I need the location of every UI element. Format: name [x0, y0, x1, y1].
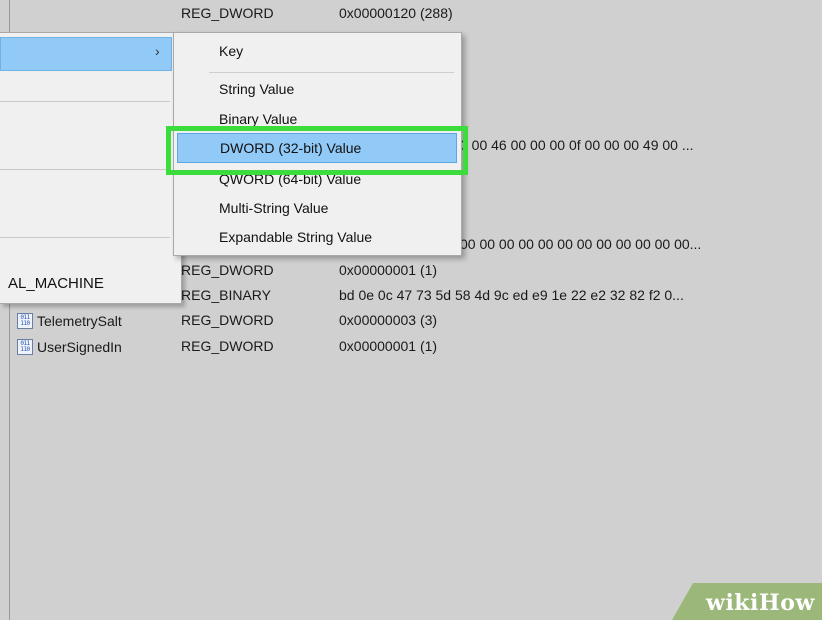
registry-row[interactable]: 011 110 TelemetrySalt REG_DWORD 0x0000000… [0, 309, 822, 333]
highlight-annotation-box [166, 126, 468, 175]
submenu-item-binary-value[interactable]: Binary Value [219, 111, 297, 127]
reg-data: 0 00 46 00 00 00 0f 00 00 00 49 00 ... [460, 137, 694, 153]
reg-type: REG_DWORD [181, 338, 274, 354]
registry-row[interactable]: 011 110 UserSignedIn REG_DWORD 0x00000001… [0, 335, 822, 359]
menu-separator [209, 72, 454, 73]
menu-separator [0, 169, 170, 170]
reg-type: REG_DWORD [181, 312, 274, 328]
chevron-right-icon: › [155, 43, 160, 59]
reg-type: REG_DWORD [181, 262, 274, 278]
submenu-item-multi-string-value[interactable]: Multi-String Value [219, 200, 328, 216]
reg-type: REG_DWORD [181, 5, 274, 21]
wikihow-logo: wikiHow [706, 590, 815, 616]
reg-data: 0x00000003 (3) [339, 312, 438, 328]
context-menu: › AL_MACHINE [0, 32, 182, 304]
submenu-item-key[interactable]: Key [219, 43, 243, 59]
registry-editor-window: REG_DWORD 0x00000120 (288) 0 00 46 00 00… [0, 0, 822, 620]
context-menu-item-new[interactable]: › [0, 37, 172, 71]
reg-name: 011 110 UserSignedIn [17, 338, 122, 356]
submenu-item-expandable-string-value[interactable]: Expandable String Value [219, 229, 372, 245]
context-menu-item-copy-key-name[interactable]: AL_MACHINE [8, 275, 104, 292]
menu-separator [0, 101, 170, 102]
reg-name-label: UserSignedIn [37, 339, 122, 355]
reg-data: 00 00 00 00 00 00 00 00 00 00 00 00... [460, 236, 702, 252]
reg-data: 0x00000120 (288) [339, 5, 453, 21]
reg-type: REG_BINARY [181, 287, 271, 303]
reg-data: 0x00000001 (1) [339, 338, 438, 354]
registry-row[interactable]: REG_DWORD 0x00000120 (288) [0, 2, 822, 26]
reg-name-label: TelemetrySalt [37, 313, 122, 329]
logo-how: How [758, 590, 815, 616]
reg-data: bd 0e 0c 47 73 5d 58 4d 9c ed e9 1e 22 e… [339, 287, 684, 303]
reg-name: 011 110 TelemetrySalt [17, 312, 122, 330]
binary-value-icon: 011 110 [17, 339, 33, 355]
menu-separator [0, 237, 170, 238]
reg-data: 0x00000001 (1) [339, 262, 438, 278]
submenu-item-string-value[interactable]: String Value [219, 81, 294, 97]
binary-value-icon: 011 110 [17, 313, 33, 329]
logo-wiki: wiki [706, 590, 759, 616]
